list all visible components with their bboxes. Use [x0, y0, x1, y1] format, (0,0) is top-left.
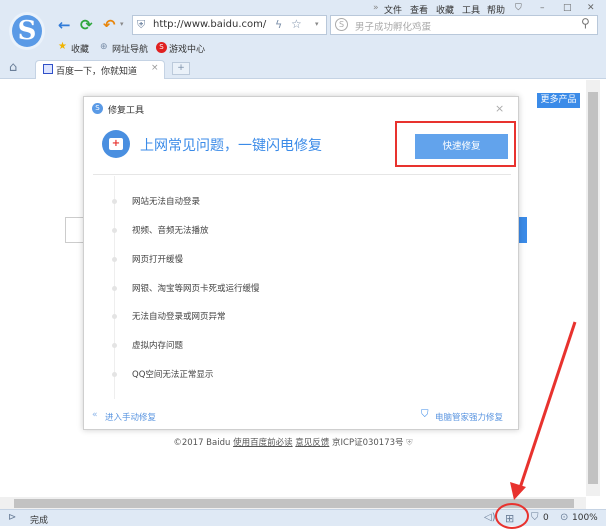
annotation-arrow: [495, 321, 577, 529]
